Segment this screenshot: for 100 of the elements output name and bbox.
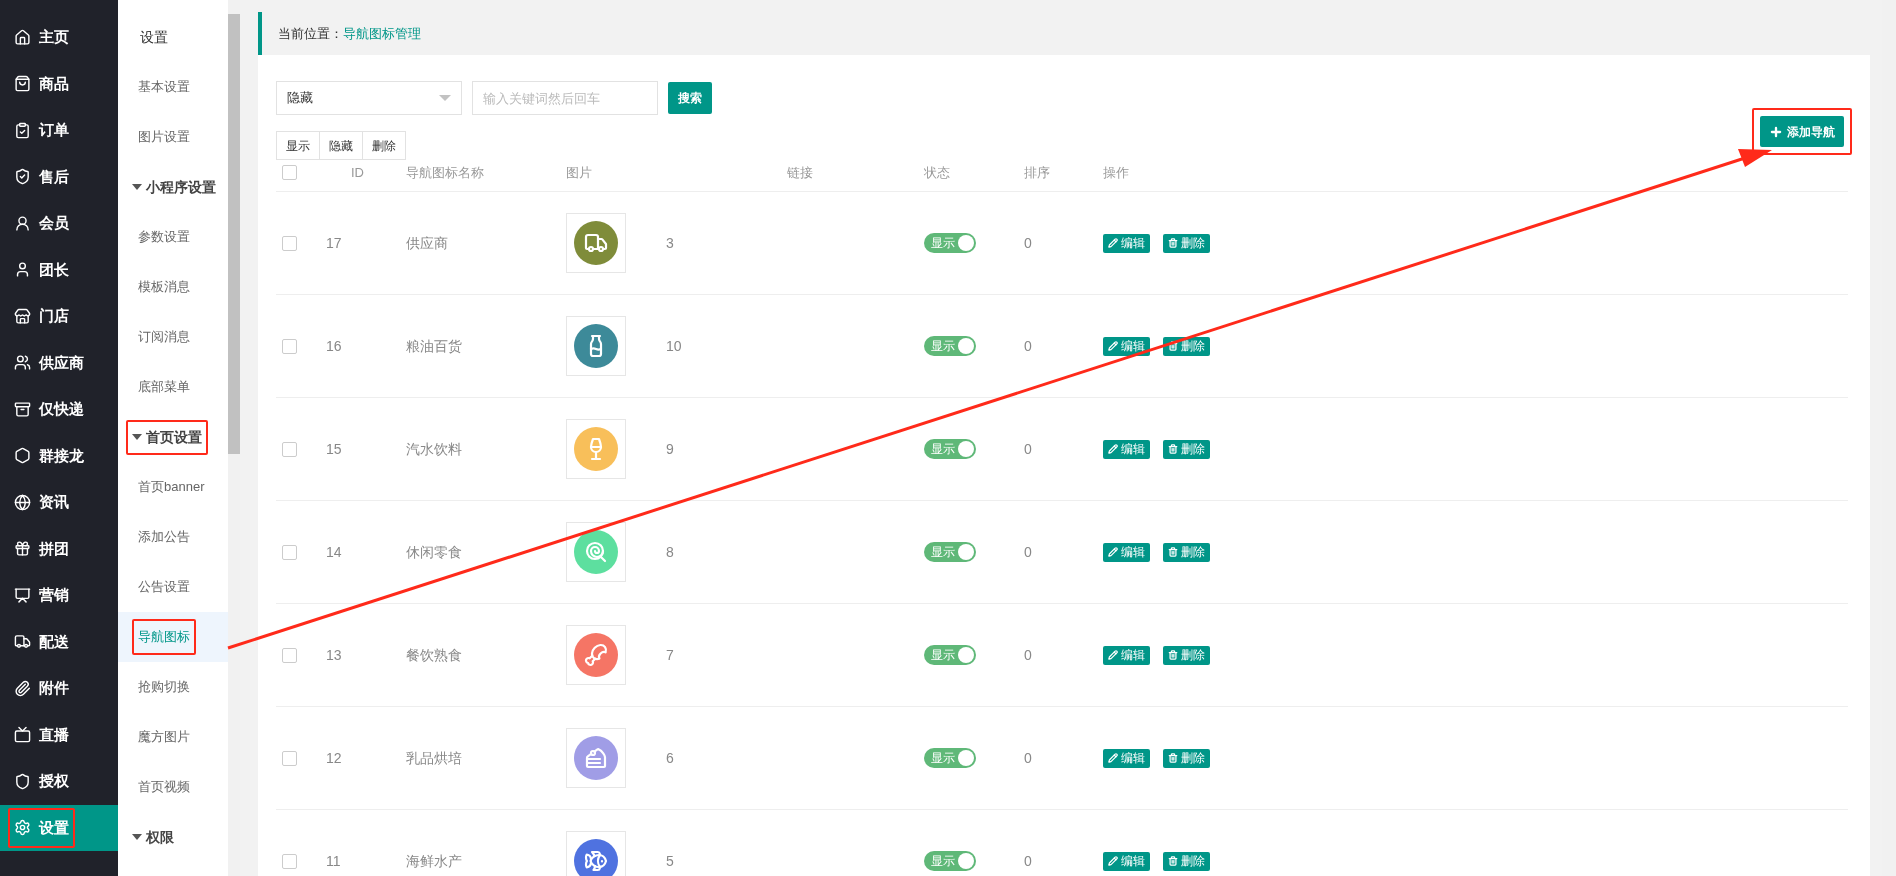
- trash-icon: [1168, 238, 1178, 248]
- nav-item[interactable]: 资讯: [0, 479, 118, 526]
- select-all-checkbox[interactable]: [282, 165, 297, 180]
- clipboard-icon: [14, 121, 31, 139]
- row-checkbox[interactable]: [282, 338, 297, 354]
- name-cell: 汽水饮料: [406, 440, 462, 457]
- sort-cell: 0: [1024, 852, 1032, 869]
- bulk-action-button[interactable]: 显示: [276, 131, 320, 160]
- nav-item[interactable]: 配送: [0, 618, 118, 665]
- delete-button[interactable]: 删除: [1163, 748, 1210, 768]
- sidebar-item[interactable]: 图片设置: [132, 119, 196, 155]
- link-cell: 3: [666, 234, 674, 251]
- bulk-action-button[interactable]: 隐藏: [319, 131, 363, 160]
- sidebar-item[interactable]: 首页banner: [132, 469, 211, 505]
- search-button[interactable]: 搜索: [668, 82, 712, 114]
- column-header: ID: [351, 164, 364, 180]
- edit-button[interactable]: 编辑: [1103, 439, 1150, 459]
- pencil-icon: [1108, 341, 1118, 351]
- drumstick-icon: [584, 643, 608, 667]
- row-checkbox[interactable]: [282, 647, 297, 663]
- edit-button[interactable]: 编辑: [1103, 748, 1150, 768]
- shield-icon: [14, 168, 31, 186]
- sidebar-item[interactable]: 首页视频: [132, 769, 196, 805]
- sort-cell: 0: [1024, 440, 1032, 457]
- breadcrumb-link[interactable]: 导航图标管理: [343, 23, 421, 44]
- bulk-action-button[interactable]: 删除: [362, 131, 406, 160]
- edit-button[interactable]: 编辑: [1103, 336, 1150, 356]
- sidebar-item[interactable]: 公告设置: [132, 569, 196, 605]
- nav-item[interactable]: 供应商: [0, 339, 118, 386]
- nav-item[interactable]: 直播: [0, 711, 118, 758]
- sidebar-item[interactable]: 添加公告: [132, 519, 196, 555]
- lollipop-icon: [584, 540, 608, 564]
- nav-item[interactable]: 群接龙: [0, 432, 118, 479]
- edit-button[interactable]: 编辑: [1103, 233, 1150, 253]
- globe-icon: [14, 493, 31, 511]
- delete-button[interactable]: 删除: [1163, 542, 1210, 562]
- nav-item[interactable]: 商品: [0, 60, 118, 107]
- nav-item[interactable]: 门店: [0, 293, 118, 340]
- sidebar-item[interactable]: 订阅消息: [132, 319, 196, 355]
- caret-icon: [132, 434, 142, 440]
- nav-item[interactable]: 团长: [0, 246, 118, 293]
- row-checkbox[interactable]: [282, 235, 297, 251]
- row-checkbox[interactable]: [282, 853, 297, 869]
- sidebar-item[interactable]: 模板消息: [132, 269, 196, 305]
- nav-item[interactable]: 授权: [0, 758, 118, 805]
- cake-icon: [584, 746, 608, 770]
- nav-item[interactable]: 会员: [0, 200, 118, 247]
- column-header: 操作: [1103, 164, 1129, 180]
- trash-icon: [1168, 856, 1178, 866]
- edit-button[interactable]: 编辑: [1103, 645, 1150, 665]
- edit-button[interactable]: 编辑: [1103, 851, 1150, 871]
- add-navigation-button[interactable]: 添加导航: [1760, 116, 1844, 147]
- chart-board-icon: [14, 586, 31, 604]
- status-select[interactable]: 隐藏: [276, 81, 462, 115]
- row-checkbox[interactable]: [282, 544, 297, 560]
- pencil-icon: [1108, 650, 1118, 660]
- sidebar-item[interactable]: 导航图标: [132, 619, 196, 655]
- house-icon: [14, 28, 31, 46]
- sidebar-group[interactable]: 首页设置: [126, 419, 208, 455]
- shield-icon: [14, 772, 31, 790]
- sidebar-group[interactable]: 小程序设置: [126, 169, 222, 205]
- nav-item[interactable]: 拼团: [0, 525, 118, 572]
- search-field[interactable]: 输入关键词然后回车: [472, 81, 658, 115]
- sidebar-item[interactable]: 抢购切换: [132, 669, 196, 705]
- link-cell: 9: [666, 440, 674, 457]
- fish-icon: [584, 849, 608, 873]
- delete-button[interactable]: 删除: [1163, 851, 1210, 871]
- bag-icon: [14, 75, 31, 93]
- truck-icon: [14, 633, 31, 651]
- edit-button[interactable]: 编辑: [1103, 542, 1150, 562]
- pencil-icon: [1108, 547, 1118, 557]
- sidebar-item[interactable]: 基本设置: [132, 69, 196, 105]
- plus-icon: [1769, 124, 1783, 139]
- delete-button[interactable]: 删除: [1163, 439, 1210, 459]
- nav-item[interactable]: 设置: [0, 804, 118, 851]
- nav-item[interactable]: 营销: [0, 572, 118, 619]
- sidebar-item[interactable]: 参数设置: [132, 219, 196, 255]
- link-cell: 5: [666, 852, 674, 869]
- trash-icon: [1168, 650, 1178, 660]
- nav-item[interactable]: 主页: [0, 14, 118, 61]
- sort-cell: 0: [1024, 646, 1032, 663]
- gift-icon: [14, 540, 31, 558]
- link-cell: 8: [666, 543, 674, 560]
- sidebar-item[interactable]: 魔方图片: [132, 719, 196, 755]
- id-cell: 11: [326, 852, 341, 869]
- delete-button[interactable]: 删除: [1163, 645, 1210, 665]
- sidebar-item[interactable]: 底部菜单: [132, 369, 196, 405]
- row-checkbox[interactable]: [282, 441, 297, 457]
- nav-item[interactable]: 售后: [0, 153, 118, 200]
- delete-button[interactable]: 删除: [1163, 233, 1210, 253]
- link-cell: 10: [666, 337, 682, 354]
- id-cell: 16: [326, 337, 342, 354]
- caret-icon: [132, 184, 142, 190]
- sidebar-group[interactable]: 权限: [126, 819, 180, 855]
- nav-item[interactable]: 附件: [0, 665, 118, 712]
- settings-icon: [14, 819, 31, 837]
- nav-item[interactable]: 仅快递: [0, 386, 118, 433]
- nav-item[interactable]: 订单: [0, 107, 118, 154]
- row-checkbox[interactable]: [282, 750, 297, 766]
- column-header: 状态: [924, 164, 950, 180]
